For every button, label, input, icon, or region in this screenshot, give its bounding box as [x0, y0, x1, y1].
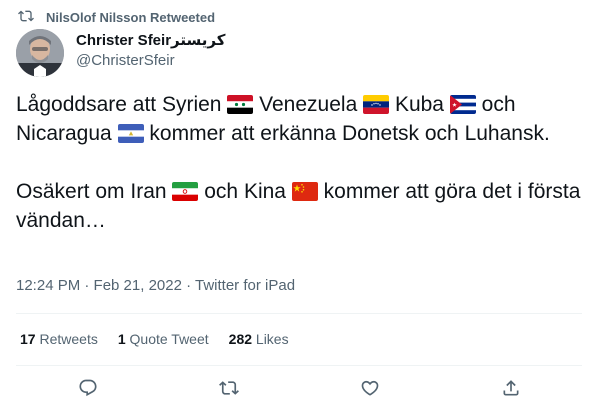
syria-flag [227, 95, 254, 114]
avatar[interactable] [16, 29, 64, 77]
tweet-text-segment: och [481, 93, 516, 116]
tweet-text-segment: Osäkert om Iran [16, 180, 167, 203]
tweet-meta: 12:24 PM · Feb 21, 2022 · Twitter for iP… [16, 277, 295, 294]
iran-flag [172, 182, 199, 201]
action-bar [0, 368, 598, 408]
retweet-header[interactable]: NilsOlof Nilsson Retweeted [18, 7, 215, 27]
tweet-text-segment: Kuba [394, 93, 444, 116]
tweet-text-segment: och Kina [204, 180, 286, 203]
tweet-text: Lågoddsare att Syrien Venezuela Kuba och… [16, 90, 582, 235]
share-icon[interactable] [501, 378, 521, 398]
tweet-timestamp[interactable]: 12:24 PM · Feb 21, 2022 · [16, 277, 195, 294]
china-flag [291, 182, 318, 201]
retweet-header-text: NilsOlof Nilsson Retweeted [46, 9, 216, 25]
tweet-stats: 17 Retweets 1 Quote Tweet 282 Likes [20, 331, 309, 347]
tweet-text-segment: Lågoddsare att Syrien [16, 93, 222, 116]
like-icon[interactable] [360, 378, 380, 398]
retweets-stat[interactable]: 17 Retweets [20, 331, 98, 347]
likes-stat[interactable]: 282 Likes [229, 331, 289, 347]
quotes-stat[interactable]: 1 Quote Tweet [118, 331, 209, 347]
tweet-text-segment: Venezuela [259, 93, 358, 116]
retweet-icon [18, 8, 46, 27]
cuba-flag [449, 95, 476, 114]
tweet-source[interactable]: Twitter for iPad [195, 277, 295, 294]
divider [16, 365, 582, 366]
author-handle[interactable]: @ChristerSfeir [76, 51, 225, 71]
reply-icon[interactable] [78, 378, 98, 398]
venezuela-flag [363, 95, 390, 114]
tweet-text-segment: Nicaragua [16, 122, 112, 145]
divider [16, 313, 582, 314]
nicaragua-flag [117, 124, 144, 143]
retweet-icon[interactable] [219, 378, 239, 398]
author-display-name[interactable]: Christer Sfeirكريستر [76, 31, 225, 51]
tweet-text-segment: kommer att erkänna Donetsk och Luhansk. [149, 122, 550, 145]
